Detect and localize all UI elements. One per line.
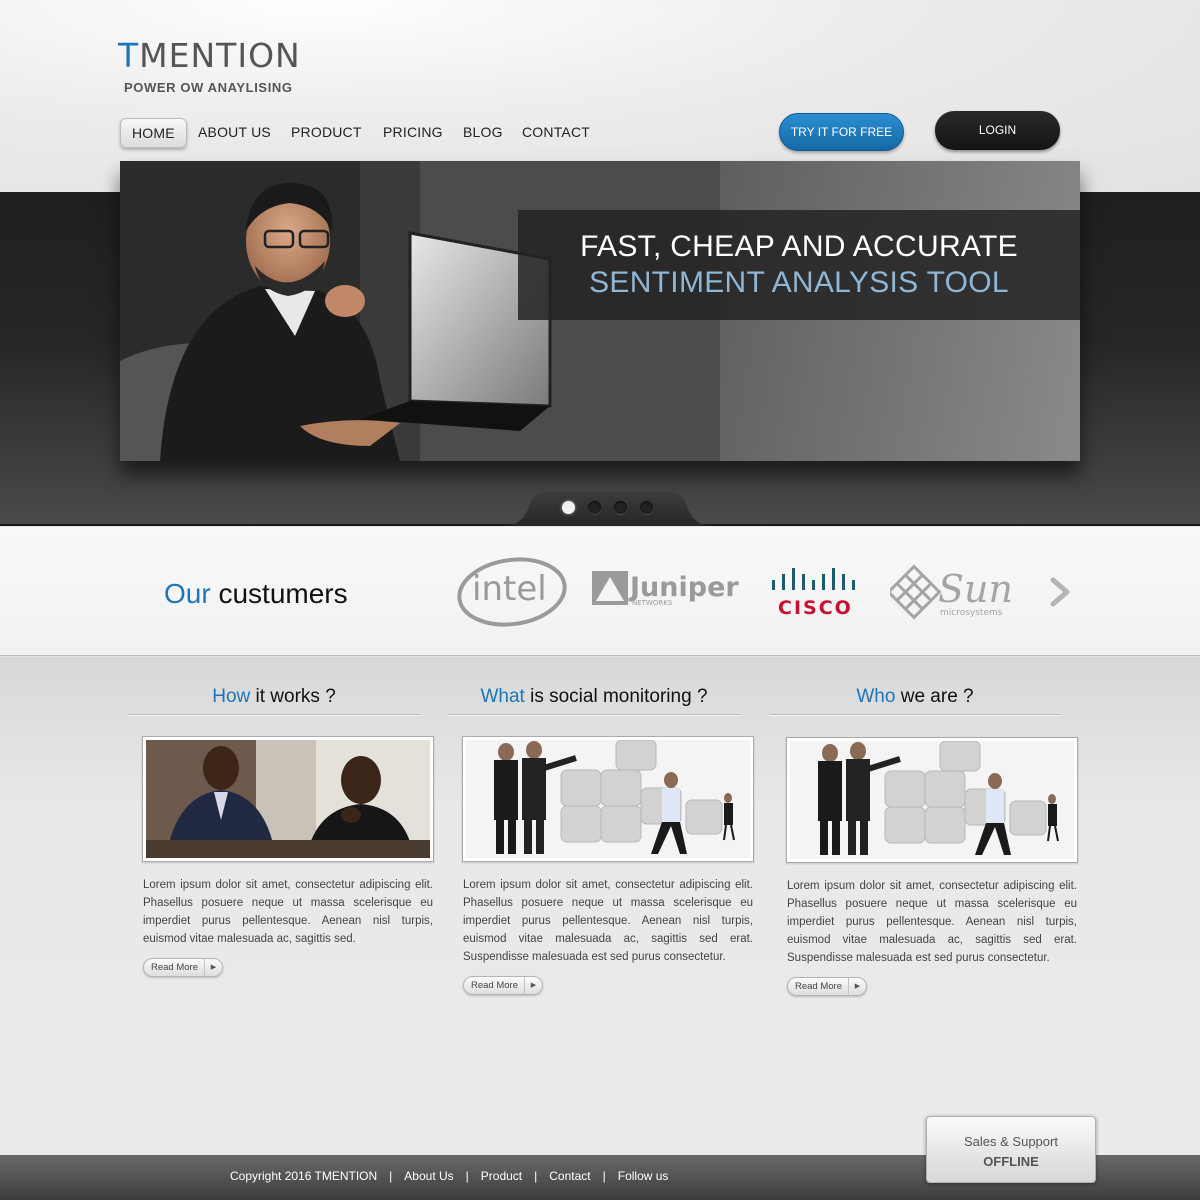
meeting-photo: [146, 740, 430, 858]
slider-dot-2[interactable]: [588, 501, 601, 514]
nav-item-blog[interactable]: BLOG: [463, 118, 503, 148]
column-image-puzzle-team: [786, 737, 1078, 863]
juniper-logo[interactable]: Juniper NETWORKS: [592, 568, 742, 608]
customers-title: Our custumers: [164, 578, 348, 610]
customers-title-blue: Our: [164, 578, 211, 609]
column-title-blue: What: [480, 686, 525, 707]
sun-logo[interactable]: Sun microsystems: [890, 562, 1015, 620]
footer-separator: |: [465, 1169, 469, 1183]
nav-item-home[interactable]: HOME: [120, 118, 187, 148]
column-text: Lorem ipsum dolor sit amet, consectetur …: [143, 879, 433, 945]
nav-item-about-us[interactable]: ABOUT US: [198, 118, 271, 148]
nav-item-contact[interactable]: CONTACT: [522, 118, 590, 148]
read-more-button[interactable]: Read More ▶: [463, 976, 543, 995]
footer-copyright: Copyright 2016 TMENTION: [230, 1169, 378, 1183]
cisco-logo[interactable]: CISCO: [770, 566, 865, 620]
support-status: OFFLINE: [983, 1154, 1039, 1169]
footer-link-product[interactable]: Product: [481, 1169, 522, 1183]
slider-dot-1[interactable]: [562, 501, 575, 514]
sun-logo-text: Sun: [938, 567, 1013, 611]
sun-logo-subtext: microsystems: [940, 608, 1003, 618]
column-title-rest: it works: [255, 686, 320, 707]
column-title-how-it-works: How it works ?: [128, 686, 420, 708]
footer-links: Copyright 2016 TMENTION | About Us | Product…: [230, 1169, 668, 1183]
login-button[interactable]: LOGIN: [935, 111, 1060, 150]
chevron-right-icon[interactable]: [1048, 577, 1072, 607]
slider-dot-3[interactable]: [614, 501, 627, 514]
intel-logo[interactable]: intel: [456, 554, 568, 628]
column-title-who-we-are: Who we are ?: [770, 686, 1060, 708]
column-title-rest: we are: [900, 686, 958, 707]
play-arrow-icon: ▶: [524, 977, 542, 994]
customers-title-rest: custumers: [218, 578, 348, 609]
column-title-question-mark: ?: [325, 686, 336, 707]
puzzle-team-photo: [466, 740, 750, 858]
column-divider: [128, 714, 420, 716]
column-title-rest: is social monitoring: [530, 686, 692, 707]
column-image-puzzle: [462, 736, 754, 862]
logo-first-letter: T: [118, 36, 140, 75]
column-text: Lorem ipsum dolor sit amet, consectetur …: [463, 879, 753, 963]
sales-support-widget[interactable]: Sales & Support OFFLINE: [926, 1116, 1096, 1183]
try-for-free-button[interactable]: TRY IT FOR FREE: [779, 113, 904, 151]
footer-link-follow-us[interactable]: Follow us: [618, 1169, 669, 1183]
nav-item-product[interactable]: PRODUCT: [291, 118, 362, 148]
slider-dot-4[interactable]: [640, 501, 653, 514]
nav-item-pricing[interactable]: PRICING: [383, 118, 443, 148]
column-divider: [448, 714, 740, 716]
read-more-label: Read More: [795, 981, 842, 992]
hero-caption: FAST, CHEAP AND ACCURATE SENTIMENT ANALY…: [518, 210, 1080, 320]
read-more-button[interactable]: Read More ▶: [143, 958, 223, 977]
column-title-blue: How: [212, 686, 251, 707]
hero-subheadline: SENTIMENT ANALYSIS TOOL: [589, 266, 1009, 299]
logo-name-rest: MENTION: [139, 36, 301, 75]
puzzle-team-photo: [790, 741, 1074, 859]
footer-link-contact[interactable]: Contact: [549, 1169, 590, 1183]
footer-link-about-us[interactable]: About Us: [404, 1169, 453, 1183]
column-title-social-monitoring: What is social monitoring ?: [448, 686, 740, 708]
play-arrow-icon: ▶: [848, 978, 866, 995]
column-title-question-mark: ?: [963, 686, 974, 707]
logo-title: TMENTION: [118, 36, 301, 76]
column-divider: [770, 714, 1060, 716]
cisco-logo-text: CISCO: [778, 597, 853, 619]
read-more-label: Read More: [471, 980, 518, 991]
column-image-meeting: [142, 736, 434, 862]
slider-dots-base: [503, 492, 713, 526]
hero-slide[interactable]: FAST, CHEAP AND ACCURATE SENTIMENT ANALY…: [120, 161, 1080, 461]
juniper-logo-subtext: NETWORKS: [632, 599, 673, 607]
column-title-blue: Who: [856, 686, 896, 707]
column-text: Lorem ipsum dolor sit amet, consectetur …: [787, 880, 1077, 964]
intel-logo-text: intel: [472, 569, 547, 609]
read-more-button[interactable]: Read More ▶: [787, 977, 867, 996]
footer-separator: |: [534, 1169, 538, 1183]
logo-tagline: POWER OW ANAYLISING: [124, 80, 293, 95]
column-title-question-mark: ?: [696, 686, 708, 707]
logo[interactable]: TMENTION POWER OW ANAYLISING: [118, 36, 301, 95]
footer-separator: |: [602, 1169, 606, 1183]
support-title: Sales & Support: [964, 1134, 1058, 1149]
read-more-label: Read More: [151, 962, 198, 973]
play-arrow-icon: ▶: [204, 959, 222, 976]
hero-headline: FAST, CHEAP AND ACCURATE: [580, 230, 1018, 263]
footer-separator: |: [389, 1169, 393, 1183]
